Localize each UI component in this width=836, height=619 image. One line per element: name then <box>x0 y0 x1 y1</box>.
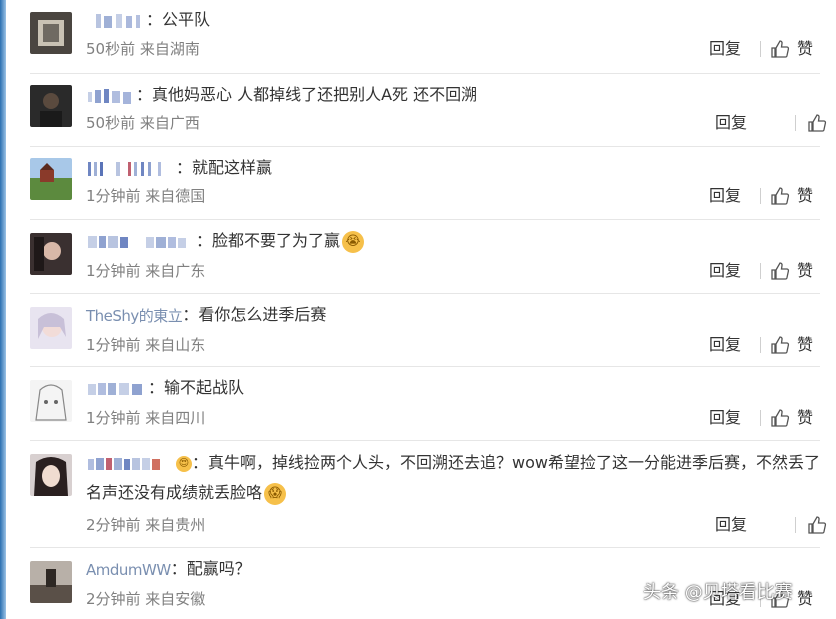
comment-line: ：公平队 <box>86 8 210 32</box>
comment-meta: 1分钟前 来自德国 <box>86 187 206 205</box>
comment-item: ：就配这样赢 1分钟前 来自德国 回复 赞 <box>30 146 820 220</box>
comment-line: AmdumWW：配赢吗？ <box>86 557 251 582</box>
avatar[interactable] <box>30 233 72 275</box>
comment-line: ：输不起战队 <box>86 376 244 400</box>
comment-item: ：输不起战队 1分钟前 来自四川 回复 赞 <box>30 366 820 441</box>
thumbs-up-icon[interactable] <box>807 113 827 133</box>
username[interactable]: TheShy的東立 <box>86 304 183 328</box>
username-blurred[interactable] <box>86 12 146 30</box>
reply-button[interactable]: 回复 <box>715 515 747 535</box>
username-blurred[interactable] <box>86 455 174 473</box>
like-count[interactable]: 赞 <box>797 589 813 609</box>
reply-button[interactable]: 回复 <box>709 39 741 59</box>
divider <box>795 115 796 131</box>
thumbs-up-icon[interactable] <box>770 186 790 206</box>
window-left-edge <box>0 0 6 619</box>
avatar[interactable] <box>30 12 72 54</box>
comment-meta: 2分钟前 来自贵州 <box>86 516 206 534</box>
username-blurred[interactable] <box>86 380 148 398</box>
scared-emoji-icon: 😱 <box>264 482 287 505</box>
like-count[interactable]: 赞 <box>797 408 813 428</box>
comment-text: ：看你怎么进季后赛 <box>182 305 327 324</box>
comment-line: ：脸都不要了为了赢 😭 <box>86 229 365 253</box>
comment-text: ：真牛啊，掉线捡两个人头，不回溯还去追？wow希望捡了这一分能进季后赛，不然丢了… <box>86 453 820 502</box>
username-blurred[interactable] <box>86 87 136 105</box>
comment-meta: 50秒前 来自湖南 <box>86 40 200 58</box>
username-blurred[interactable] <box>86 160 176 178</box>
comment-line: ：真他妈恶心 人都掉线了还把别人A死 还不回溯 <box>86 83 477 107</box>
avatar[interactable] <box>30 307 72 349</box>
username-blurred[interactable] <box>86 233 196 251</box>
reply-button[interactable]: 回复 <box>709 186 741 206</box>
comment-text: ：真他妈恶心 人都掉线了还把别人A死 还不回溯 <box>136 85 478 104</box>
username[interactable]: AmdumWW <box>86 558 171 582</box>
comment-text: ：脸都不要了为了赢 <box>196 231 341 250</box>
like-count[interactable]: 赞 <box>797 261 813 281</box>
comment-meta: 2分钟前 来自安徽 <box>86 590 206 608</box>
like-count[interactable]: 赞 <box>797 335 813 355</box>
comment-line: TheShy的東立：看你怎么进季后赛 <box>86 303 326 328</box>
comment-text: ：输不起战队 <box>148 378 245 397</box>
thumbs-up-icon[interactable] <box>770 408 790 428</box>
comment-line: 😍 ：真牛啊，掉线捡两个人头，不回溯还去追？wow希望捡了这一分能进季后赛，不然丢… <box>86 448 820 508</box>
thumbs-up-icon[interactable] <box>807 515 827 535</box>
like-count[interactable]: 赞 <box>797 186 813 206</box>
divider <box>795 517 796 533</box>
comment-text: ：公平队 <box>146 10 211 29</box>
comment-line: ：就配这样赢 <box>86 156 272 180</box>
heart-eyes-emoji-icon: 😍 <box>176 455 192 472</box>
avatar[interactable] <box>30 561 72 603</box>
reply-button[interactable]: 回复 <box>709 335 741 355</box>
thumbs-up-icon[interactable] <box>770 335 790 355</box>
divider <box>760 188 761 204</box>
divider <box>760 263 761 279</box>
avatar[interactable] <box>30 85 72 127</box>
comment-text: ：就配这样赢 <box>176 158 273 177</box>
like-count[interactable]: 赞 <box>797 39 813 59</box>
avatar[interactable] <box>30 454 72 496</box>
divider <box>760 337 761 353</box>
comment-item: ：脸都不要了为了赢 😭 1分钟前 来自广东 回复 赞 <box>30 219 820 294</box>
comment-meta: 50秒前 来自广西 <box>86 114 200 132</box>
reply-button[interactable]: 回复 <box>709 261 741 281</box>
comment-item: TheShy的東立：看你怎么进季后赛 1分钟前 来自山东 回复 赞 <box>30 293 820 367</box>
reply-button[interactable]: 回复 <box>709 408 741 428</box>
comment-text: ：配赢吗？ <box>170 559 251 578</box>
reply-button[interactable]: 回复 <box>715 113 747 133</box>
watermark: 头条 @贝塔看比赛 <box>643 582 793 603</box>
divider <box>760 410 761 426</box>
comment-meta: 1分钟前 来自四川 <box>86 409 206 427</box>
crying-emoji-icon: 😭 <box>342 230 365 253</box>
thumbs-up-icon[interactable] <box>770 261 790 281</box>
comment-meta: 1分钟前 来自广东 <box>86 262 206 280</box>
divider <box>760 41 761 57</box>
avatar[interactable] <box>30 380 72 422</box>
avatar[interactable] <box>30 158 72 200</box>
comment-item: 😍 ：真牛啊，掉线捡两个人头，不回溯还去追？wow希望捡了这一分能进季后赛，不然丢… <box>30 440 836 548</box>
comment-meta: 1分钟前 来自山东 <box>86 336 206 354</box>
thumbs-up-icon[interactable] <box>770 39 790 59</box>
comment-item: ：公平队 50秒前 来自湖南 回复 赞 <box>30 0 820 74</box>
comment-item: ：真他妈恶心 人都掉线了还把别人A死 还不回溯 50秒前 来自广西 回复 1 <box>30 73 836 147</box>
